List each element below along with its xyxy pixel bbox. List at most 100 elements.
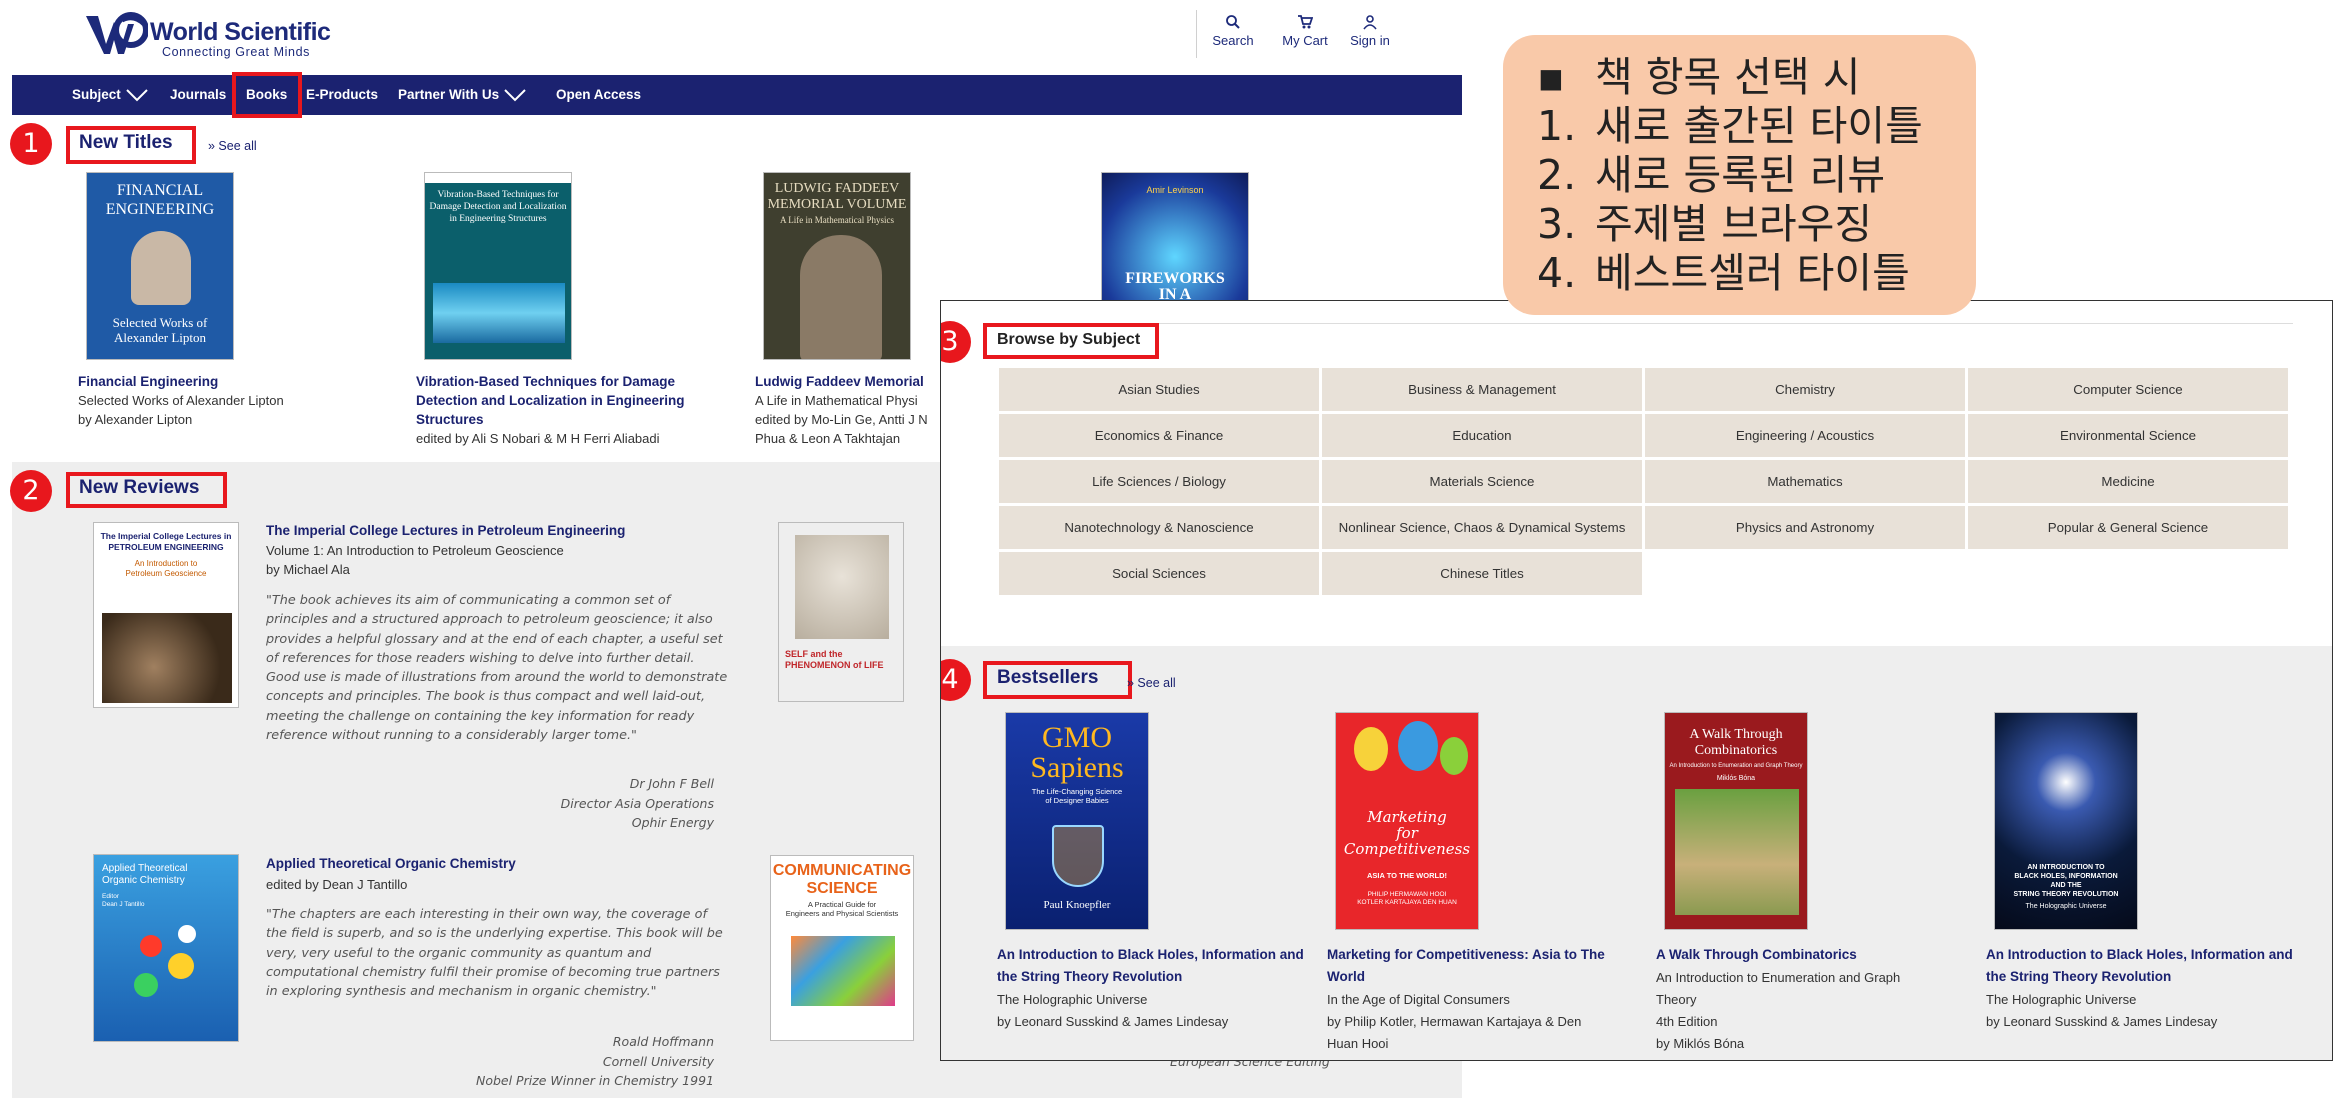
cover-title: Marketing for Competitiveness <box>1343 808 1471 858</box>
callout-number: 4. <box>1537 249 1577 297</box>
book-cover-gmo-sapiens[interactable]: GMO Sapiens The Life-Changing Science of… <box>1005 712 1149 930</box>
reviewer-org: Ophir Energy <box>631 815 714 830</box>
new-titles-see-all[interactable]: » See all <box>208 139 257 153</box>
site-logo[interactable]: World Scientific Connecting Great Minds <box>84 10 354 60</box>
subject-asian-studies[interactable]: Asian Studies <box>999 368 1319 411</box>
book-cover-self-phenomenon-of-life[interactable]: SELF and the PHENOMENON of LIFE <box>778 522 904 702</box>
nav-partner[interactable]: Partner With Us <box>398 75 527 115</box>
book-cover-financial-engineering[interactable]: FINANCIAL ENGINEERING Selected Works of … <box>86 172 234 360</box>
cover-atom <box>168 953 194 979</box>
review-attribution: Roald Hoffmann Cornell University Nobel … <box>320 1032 714 1091</box>
cover-title: The Imperial College Lectures in PETROLE… <box>100 531 232 552</box>
callout-line: 1. 새로 출간된 타이틀 <box>1537 102 1976 151</box>
nav-journals[interactable]: Journals <box>170 75 226 115</box>
nav-subject-label: Subject <box>72 87 121 102</box>
callout-line: 3. 주제별 브라우징 <box>1537 200 1976 249</box>
search-label: Search <box>1212 33 1254 48</box>
callout-text: 주제별 브라우징 <box>1595 200 1873 248</box>
callout-text: 베스트셀러 타이틀 <box>1595 249 1910 297</box>
book-title[interactable]: Financial Engineering <box>78 372 378 391</box>
bestseller-line: In the Age of Digital Consumers <box>1327 992 1510 1007</box>
reviewer-name: Roald Hoffmann <box>612 1034 714 1049</box>
nav-partner-label: Partner With Us <box>398 87 500 102</box>
signin-button[interactable]: Sign in <box>1340 14 1400 48</box>
new-titles-heading: New Titles <box>79 132 173 153</box>
nav-eproducts[interactable]: E-Products <box>306 75 378 115</box>
cover-title: SELF and the PHENOMENON of LIFE <box>785 649 884 670</box>
book-title[interactable]: Ludwig Faddeev Memorial <box>755 372 924 391</box>
book-title[interactable]: Vibration-Based Techniques for Damage De… <box>416 372 726 429</box>
bestseller-line: The Holographic Universe <box>997 992 1148 1007</box>
book-cover-vibration-techniques[interactable]: Vibration-Based Techniques for Damage De… <box>424 172 572 360</box>
book-cover-marketing-competitiveness[interactable]: Marketing for Competitiveness ASIA TO TH… <box>1335 712 1479 930</box>
cover-subtitle: A Practical Guide for Engineers and Phys… <box>785 900 899 918</box>
bestseller-line: The Holographic Universe <box>1986 992 2137 1007</box>
search-button[interactable]: Search <box>1203 14 1263 48</box>
book-cover-ludwig-faddeev[interactable]: LUDWIG FADDEEV MEMORIAL VOLUME A Life in… <box>763 172 911 360</box>
search-icon <box>1226 15 1240 29</box>
subject-computer-science[interactable]: Computer Science <box>1968 368 2288 411</box>
review-book-title[interactable]: The Imperial College Lectures in Petrole… <box>266 523 625 538</box>
review-quote: "The book achieves its aim of communicat… <box>266 593 728 744</box>
subject-physics-astronomy[interactable]: Physics and Astronomy <box>1645 506 1965 549</box>
new-reviews-heading: New Reviews <box>79 477 200 498</box>
review-book-title[interactable]: Applied Theoretical Organic Chemistry <box>266 856 516 871</box>
cover-waveform <box>433 283 565 343</box>
subject-materials-science[interactable]: Materials Science <box>1322 460 1642 503</box>
callout-line: 4. 베스트셀러 타이틀 <box>1537 249 1976 298</box>
callout-text: 책 항목 선택 시 <box>1595 53 1861 101</box>
chevron-down-icon <box>504 89 526 102</box>
subject-business-management[interactable]: Business & Management <box>1322 368 1642 411</box>
book-cover-applied-organic-chemistry[interactable]: Applied Theoretical Organic Chemistry Ed… <box>93 854 239 1042</box>
reviewer-title: Director Asia Operations <box>560 795 714 811</box>
marker-1: 1 <box>10 123 52 165</box>
subject-mathematics[interactable]: Mathematics <box>1645 460 1965 503</box>
cover-atom <box>178 925 196 943</box>
subject-environmental-science[interactable]: Environmental Science <box>1968 414 2288 457</box>
book-cover-petroleum-engineering[interactable]: The Imperial College Lectures in PETROLE… <box>93 522 239 708</box>
cart-button[interactable]: My Cart <box>1275 14 1335 48</box>
cover-balloon <box>1398 721 1438 771</box>
world-scientific-logo-icon <box>86 12 148 54</box>
book-cover-black-holes[interactable]: AN INTRODUCTION TO BLACK HOLES, INFORMAT… <box>1994 712 2138 930</box>
book-cover-communicating-science[interactable]: COMMUNICATING SCIENCE A Practical Guide … <box>770 855 914 1041</box>
cover-illustration <box>791 936 895 1006</box>
bestsellers-see-all[interactable]: » See all <box>1127 676 1176 690</box>
subject-nanotechnology[interactable]: Nanotechnology & Nanoscience <box>999 506 1319 549</box>
bestseller-title[interactable]: A Walk Through Combinatorics <box>1656 944 1968 966</box>
nav-subject[interactable]: Subject <box>72 75 149 115</box>
subject-popular-general-science[interactable]: Popular & General Science <box>1968 506 2288 549</box>
cover-subtitle: Selected Works of Alexander Lipton <box>112 315 208 345</box>
user-icon <box>1363 15 1377 30</box>
cover-subtitle: The Holographic Universe <box>2025 903 2107 910</box>
cover-sculpture <box>795 535 889 639</box>
subject-chinese-titles[interactable]: Chinese Titles <box>1322 552 1642 595</box>
subject-education[interactable]: Education <box>1322 414 1642 457</box>
review-quote: "The chapters are each interesting in th… <box>266 907 723 1000</box>
callout-line: ▪ 책 항목 선택 시 <box>1537 53 1976 102</box>
subject-economics-finance[interactable]: Economics & Finance <box>999 414 1319 457</box>
subject-engineering-acoustics[interactable]: Engineering / Acoustics <box>1645 414 1965 457</box>
overlay-divider <box>997 323 2293 324</box>
cover-subtitle: Editor Dean J Tantillo <box>102 893 145 908</box>
book-cover-walk-through-combinatorics[interactable]: A Walk Through Combinatorics An Introduc… <box>1664 712 1808 930</box>
subject-grid: Asian Studies Business & Management Chem… <box>999 368 2289 595</box>
callout-number: 2. <box>1537 151 1577 199</box>
nav-open-access[interactable]: Open Access <box>556 75 641 115</box>
annotation-callout: ▪ 책 항목 선택 시 1. 새로 출간된 타이틀 2. 새로 등록된 리뷰 3. 주제… <box>1503 35 1976 315</box>
review-attribution: Dr John F Bell Director Asia Operations … <box>380 774 714 833</box>
cover-photo <box>1675 789 1799 915</box>
subject-nonlinear-science[interactable]: Nonlinear Science, Chaos & Dynamical Sys… <box>1322 506 1642 549</box>
subject-chemistry[interactable]: Chemistry <box>1645 368 1965 411</box>
bestseller-line: Theory <box>1656 992 1697 1007</box>
subject-life-sciences-biology[interactable]: Life Sciences / Biology <box>999 460 1319 503</box>
bestseller-title[interactable]: Marketing for Competitiveness: Asia to T… <box>1327 944 1639 988</box>
cover-subtitle: The Life-Changing Science of Designer Ba… <box>1031 787 1123 805</box>
bestseller-title[interactable]: An Introduction to Black Holes, Informat… <box>997 944 1309 988</box>
cover-subtitle: An Introduction to Petroleum Geoscience <box>125 559 207 578</box>
subject-social-sciences[interactable]: Social Sciences <box>999 552 1319 595</box>
subject-medicine[interactable]: Medicine <box>1968 460 2288 503</box>
signin-label: Sign in <box>1350 33 1390 48</box>
bestseller-title[interactable]: An Introduction to Black Holes, Informat… <box>1986 944 2298 988</box>
callout-text: 새로 등록된 리뷰 <box>1595 151 1886 199</box>
